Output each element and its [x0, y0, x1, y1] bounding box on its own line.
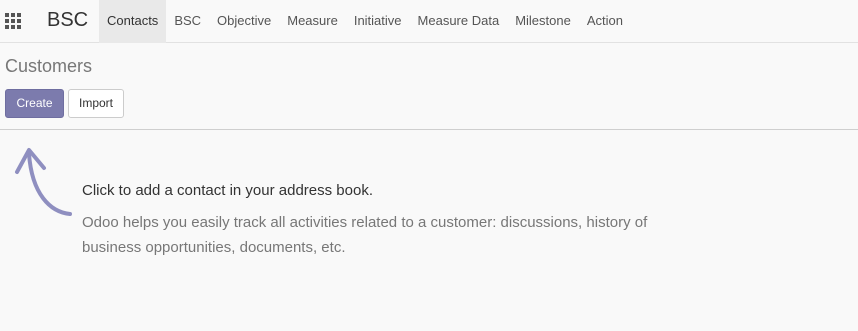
- menu-item-contacts[interactable]: Contacts: [99, 0, 167, 43]
- helper-text: Odoo helps you easily track all activiti…: [82, 214, 648, 256]
- control-panel: Customers Create Import: [0, 43, 858, 130]
- menu-item-initiative[interactable]: Initiative: [346, 0, 410, 43]
- menu-item-action[interactable]: Action: [579, 0, 631, 43]
- create-button[interactable]: Create: [5, 89, 64, 118]
- top-navbar: BSC Contacts BSC Objective Measure Initi…: [0, 0, 858, 43]
- curved-arrow-icon: [15, 148, 72, 216]
- no-content-helper: Click to add a contact in your address b…: [0, 130, 858, 331]
- main-menu: Contacts BSC Objective Measure Initiativ…: [99, 0, 631, 43]
- breadcrumb: Customers: [5, 56, 93, 76]
- app-name: BSC: [47, 9, 89, 31]
- helper-title: Click to add a contact in your address b…: [82, 182, 373, 199]
- apps-grid-icon[interactable]: [5, 13, 21, 29]
- menu-item-measure[interactable]: Measure: [279, 0, 346, 43]
- import-button[interactable]: Import: [68, 89, 124, 118]
- menu-item-milestone[interactable]: Milestone: [507, 0, 579, 43]
- menu-item-bsc[interactable]: BSC: [166, 0, 209, 43]
- menu-item-measure-data[interactable]: Measure Data: [410, 0, 508, 43]
- menu-item-objective[interactable]: Objective: [209, 0, 279, 43]
